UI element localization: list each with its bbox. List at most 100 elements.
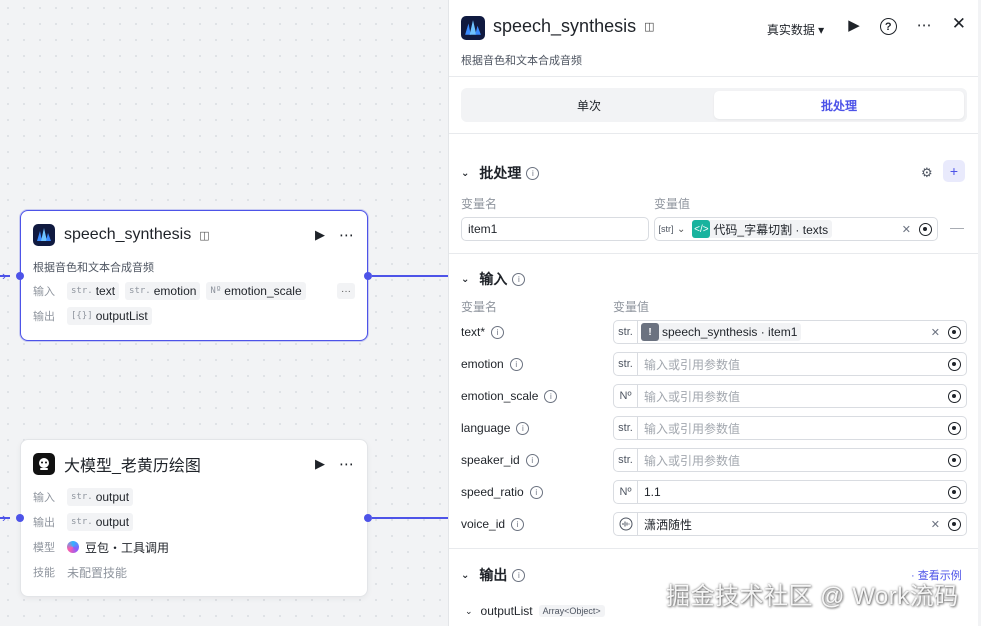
output-type-tag: Array<Object> bbox=[538, 605, 605, 617]
node-title: speech_synthesis bbox=[64, 226, 192, 243]
data-mode-select[interactable]: 真实数据 ▾ bbox=[767, 21, 824, 38]
panel-header: speech_synthesis ◫ 真实数据 ▾ ▶ ? ⋯ ✕ bbox=[449, 0, 978, 58]
speed-ratio-field[interactable]: Nº 1.1 bbox=[613, 480, 967, 504]
panel-description: 根据音色和文本合成音频 bbox=[461, 55, 582, 67]
output-item-outputlist[interactable]: ⌄ outputList Array<Object> bbox=[465, 604, 605, 618]
input-chip-emotion: str. emotion bbox=[125, 282, 201, 300]
model-label: 模型 bbox=[33, 542, 55, 554]
field-label-emotion: emotion i bbox=[461, 357, 523, 371]
output-label: 输出 bbox=[33, 517, 55, 529]
node1-output-port[interactable] bbox=[364, 272, 372, 280]
number-type-icon: Nº bbox=[614, 481, 638, 503]
info-icon: i bbox=[516, 421, 530, 435]
output-section-header[interactable]: ⌄ 输出 i bbox=[461, 565, 526, 585]
emotion-placeholder: 输入或引用参数值 bbox=[644, 357, 741, 372]
reference-target-icon[interactable] bbox=[948, 389, 961, 403]
col-header-name: 变量名 bbox=[461, 300, 498, 314]
node-description: 根据音色和文本合成音频 bbox=[33, 262, 154, 274]
code-node-icon: </> bbox=[692, 220, 711, 238]
help-icon[interactable]: ? bbox=[879, 18, 897, 35]
input-section-title: 输入 bbox=[479, 271, 508, 287]
clear-reference-icon[interactable]: ✕ bbox=[902, 223, 911, 236]
run-button[interactable]: ▶ bbox=[848, 16, 860, 34]
input-section-header[interactable]: ⌄ 输入 i bbox=[461, 269, 526, 289]
add-batch-variable-button[interactable]: + bbox=[943, 160, 965, 182]
info-icon: i bbox=[529, 485, 543, 499]
batch-var-name-input[interactable]: item1 bbox=[461, 217, 649, 241]
model-name: 豆包・工具调用 bbox=[85, 540, 170, 555]
string-type-icon: str. bbox=[614, 449, 638, 471]
output-label: 输出 bbox=[33, 311, 55, 323]
field-label-emotion-scale: emotion_scale i bbox=[461, 389, 558, 403]
emotion-scale-field[interactable]: Nº 输入或引用参数值 bbox=[613, 384, 967, 408]
chevron-down-icon: ⌄ bbox=[461, 273, 470, 285]
node1-input-port[interactable] bbox=[16, 272, 24, 280]
language-placeholder: 输入或引用参数值 bbox=[644, 421, 741, 436]
info-icon: i bbox=[512, 568, 526, 582]
speaker-id-placeholder: 输入或引用参数值 bbox=[644, 453, 741, 468]
reference-target-icon[interactable] bbox=[948, 325, 961, 339]
language-field[interactable]: str. 输入或引用参数值 bbox=[613, 416, 967, 440]
field-label-text: text* i bbox=[461, 325, 505, 339]
more-options-button[interactable]: ⋯ bbox=[339, 455, 355, 473]
node2-output-port[interactable] bbox=[364, 514, 372, 522]
skill-label: 技能 bbox=[33, 567, 55, 579]
reference-target-icon[interactable] bbox=[948, 485, 961, 499]
skill-value: 未配置技能 bbox=[67, 565, 128, 580]
output-chip-output: str. output bbox=[67, 513, 134, 531]
output-section-title: 输出 bbox=[479, 567, 508, 583]
voice-id-field[interactable]: 潇洒随性 ✕ bbox=[613, 512, 967, 536]
reference-target-icon[interactable] bbox=[948, 357, 961, 371]
info-icon: i bbox=[526, 166, 540, 180]
reference-chip: </> 代码_字幕切割 · texts bbox=[692, 220, 833, 238]
batch-section-header[interactable]: ⌄ 批处理 i bbox=[461, 163, 540, 183]
reference-target-icon[interactable] bbox=[948, 517, 961, 531]
input-label: 输入 bbox=[33, 286, 55, 298]
emotion-field[interactable]: str. 输入或引用参数值 bbox=[613, 352, 967, 376]
input-label: 输入 bbox=[33, 492, 55, 504]
speaker-id-field[interactable]: str. 输入或引用参数值 bbox=[613, 448, 967, 472]
node-config-panel: speech_synthesis ◫ 真实数据 ▾ ▶ ? ⋯ ✕ 根据音色和文… bbox=[448, 0, 978, 626]
plugin-badge-icon: ◫ bbox=[199, 229, 210, 242]
node-llm-almanac[interactable]: 大模型_老黄历绘图 ▶ ⋯ 输入 str. output 输出 str. outpu… bbox=[20, 439, 368, 597]
col-header-name: 变量名 bbox=[461, 197, 498, 211]
voice-type-icon bbox=[614, 513, 638, 535]
output-name: outputList bbox=[480, 604, 533, 618]
col-header-value: 变量值 bbox=[613, 300, 650, 314]
chevron-down-icon: ⌄ bbox=[465, 605, 473, 616]
type-dropdown-chevron-icon[interactable]: ⌄ bbox=[677, 224, 685, 235]
reference-target-icon[interactable] bbox=[919, 222, 932, 236]
run-button[interactable]: ▶ bbox=[315, 456, 325, 472]
info-icon: i bbox=[544, 389, 558, 403]
node2-input-port[interactable] bbox=[16, 514, 24, 522]
arrow-in-icon: › bbox=[2, 268, 7, 283]
reference-target-icon[interactable] bbox=[948, 421, 961, 435]
arrow-in-icon: › bbox=[2, 510, 7, 525]
clear-reference-icon[interactable]: ✕ bbox=[931, 326, 940, 339]
batch-var-value-input[interactable]: [str] ⌄ </> 代码_字幕切割 · texts ✕ bbox=[654, 217, 938, 241]
more-inputs-button[interactable]: ··· bbox=[337, 283, 355, 299]
string-type-icon: str. bbox=[614, 321, 638, 343]
text-field[interactable]: str. ! speech_synthesis · item1 ✕ bbox=[613, 320, 967, 344]
voice-id-value: 潇洒随性 bbox=[644, 517, 693, 532]
llm-app-icon bbox=[33, 453, 55, 475]
chevron-down-icon: ⌄ bbox=[461, 167, 470, 179]
more-options-button[interactable]: ⋯ bbox=[917, 16, 932, 34]
reference-chip: ! speech_synthesis · item1 bbox=[641, 323, 802, 341]
string-type-icon: str. bbox=[614, 353, 638, 375]
number-type-icon: Nº bbox=[614, 385, 638, 407]
reference-target-icon[interactable] bbox=[948, 453, 961, 467]
edge-node2-out bbox=[372, 517, 448, 519]
col-header-value: 变量值 bbox=[654, 197, 691, 211]
clear-voice-icon[interactable]: ✕ bbox=[931, 518, 940, 531]
run-button[interactable]: ▶ bbox=[315, 227, 325, 243]
gear-icon[interactable]: ⚙ bbox=[921, 165, 933, 181]
more-options-button[interactable]: ⋯ bbox=[339, 226, 355, 244]
tab-single[interactable]: 单次 bbox=[464, 91, 714, 119]
speed-ratio-value: 1.1 bbox=[644, 485, 661, 499]
node-speech-synthesis[interactable]: speech_synthesis ◫ ▶ ⋯ 根据音色和文本合成音频 输入 st… bbox=[20, 210, 368, 341]
remove-batch-variable-button[interactable]: — bbox=[950, 219, 964, 235]
info-icon: i bbox=[491, 325, 505, 339]
tab-batch[interactable]: 批处理 bbox=[714, 91, 964, 119]
close-icon[interactable]: ✕ bbox=[952, 14, 966, 34]
